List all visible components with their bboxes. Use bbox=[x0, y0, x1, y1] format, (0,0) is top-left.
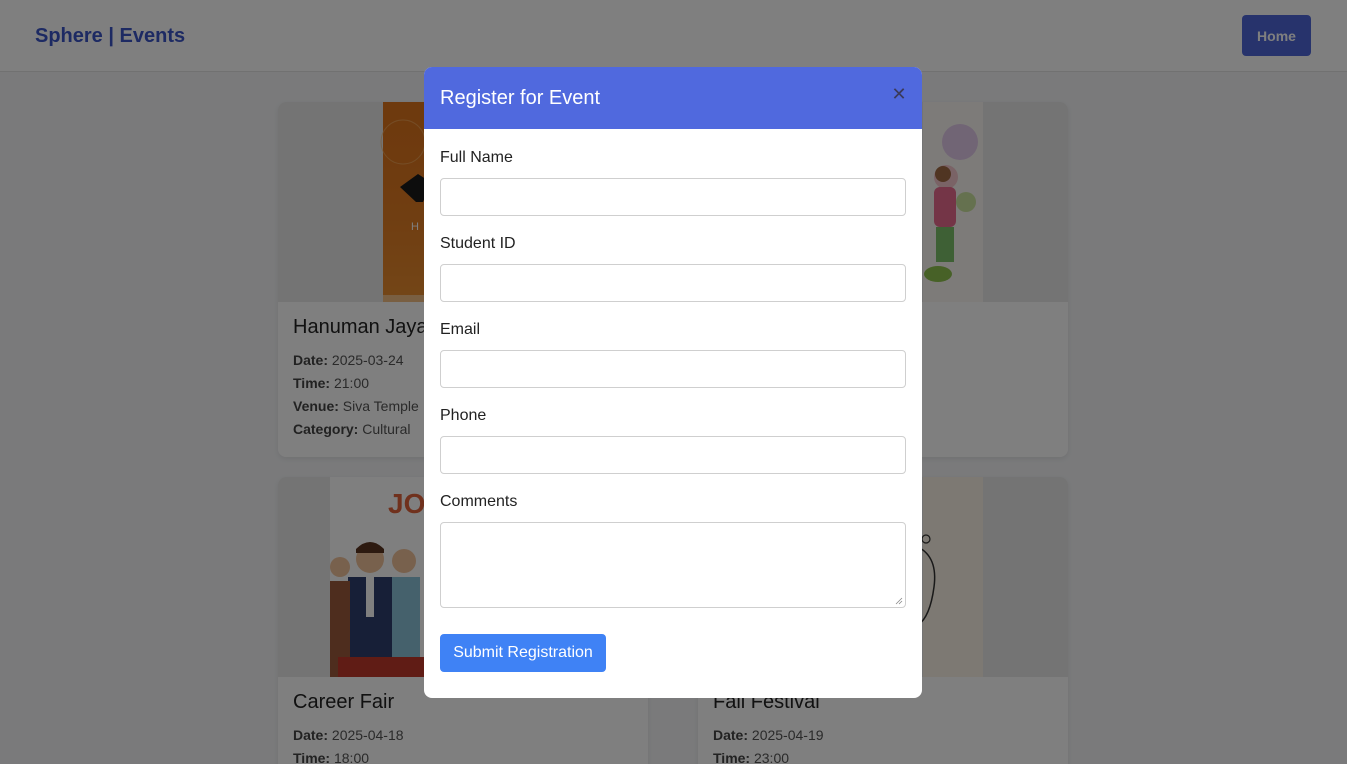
email-label: Email bbox=[440, 321, 481, 338]
student-id-input[interactable] bbox=[440, 264, 906, 302]
submit-registration-button[interactable]: Submit Registration bbox=[440, 634, 606, 672]
close-icon[interactable]: ✕ bbox=[890, 85, 908, 105]
email-input[interactable] bbox=[440, 350, 906, 388]
full-name-label: Full Name bbox=[440, 149, 513, 166]
registration-modal: Register for Event ✕ Full Name Student I… bbox=[424, 67, 922, 698]
full-name-input[interactable] bbox=[440, 178, 906, 216]
comments-label: Comments bbox=[440, 493, 518, 510]
resize-grip-icon[interactable] bbox=[895, 597, 903, 605]
modal-title: Register for Event bbox=[440, 87, 601, 109]
student-id-label: Student ID bbox=[440, 235, 516, 252]
phone-input[interactable] bbox=[440, 436, 906, 474]
comments-textarea[interactable] bbox=[440, 522, 906, 608]
phone-label: Phone bbox=[440, 407, 487, 424]
modal-header: Register for Event ✕ bbox=[424, 67, 922, 129]
